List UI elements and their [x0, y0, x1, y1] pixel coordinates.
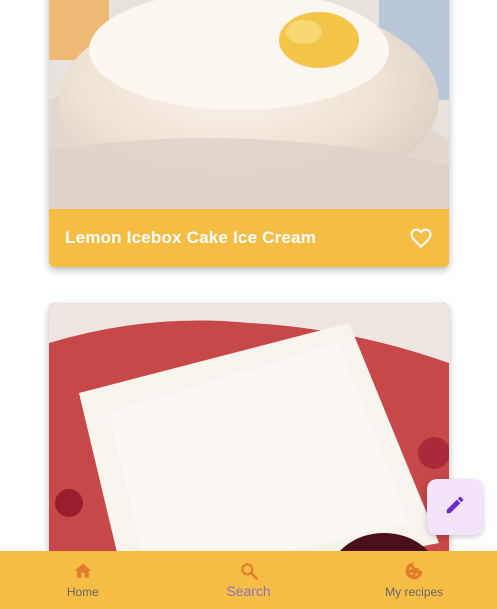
recipe-card-footer: Lemon Icebox Cake Ice Cream	[49, 209, 449, 267]
search-icon	[239, 561, 259, 581]
recipe-photo	[49, 303, 449, 551]
recipe-card[interactable]	[49, 303, 449, 551]
home-icon	[73, 561, 93, 581]
recipe-title[interactable]: Lemon Icebox Cake Ice Cream	[65, 228, 316, 248]
heart-outline-icon[interactable]	[409, 226, 433, 250]
edit-fab-button[interactable]	[427, 479, 483, 535]
nav-item-search[interactable]: Search	[166, 551, 332, 609]
nav-label: Home	[66, 585, 99, 599]
recipe-card[interactable]: Lemon Icebox Cake Ice Cream	[49, 0, 449, 267]
recipe-photo	[49, 0, 449, 209]
nav-item-home[interactable]: Home	[0, 551, 166, 609]
pencil-icon	[444, 494, 466, 521]
nav-label: My recipes	[385, 585, 444, 599]
recipe-feed[interactable]: Lemon Icebox Cake Ice Cream	[0, 0, 497, 551]
nav-item-my-recipes[interactable]: My recipes	[331, 551, 497, 609]
cookie-icon	[404, 561, 424, 581]
bottom-navigation: Home Search My recipes	[0, 551, 497, 609]
nav-label: Search	[226, 583, 271, 599]
